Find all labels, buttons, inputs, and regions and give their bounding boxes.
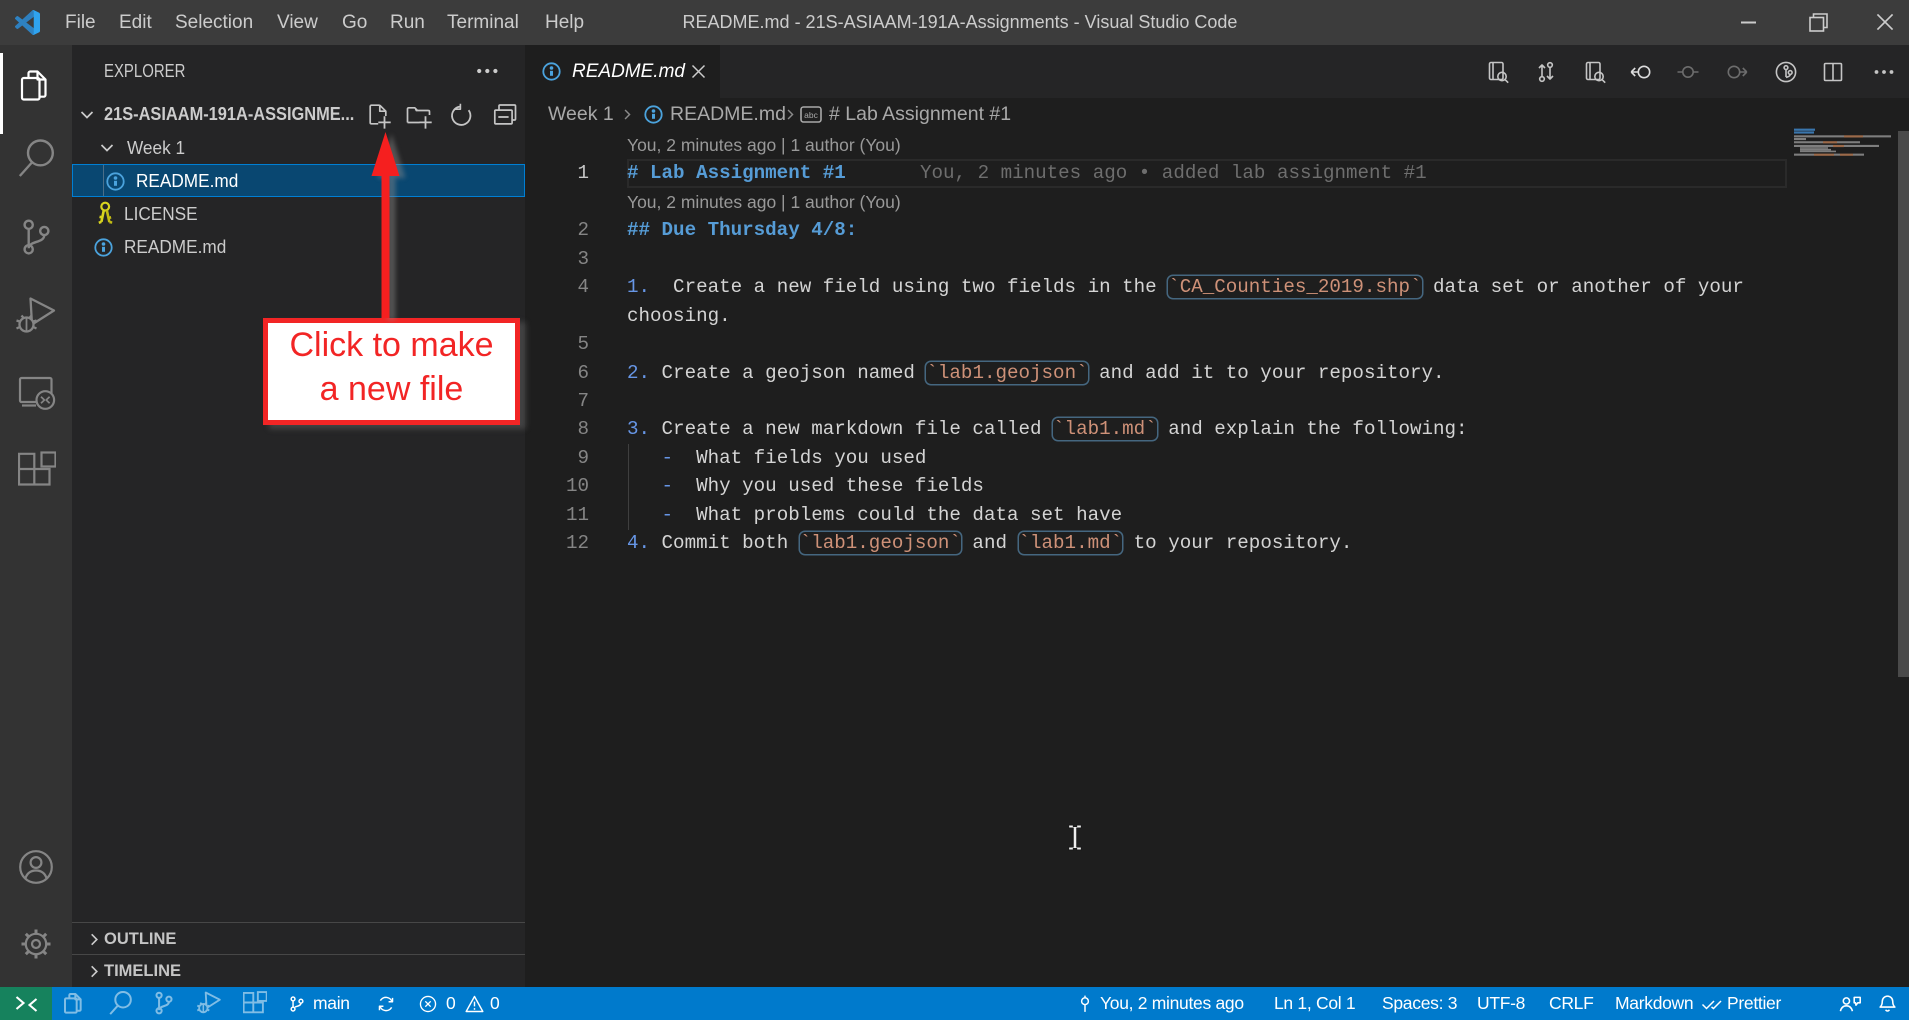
svg-text:abc: abc xyxy=(804,110,818,120)
